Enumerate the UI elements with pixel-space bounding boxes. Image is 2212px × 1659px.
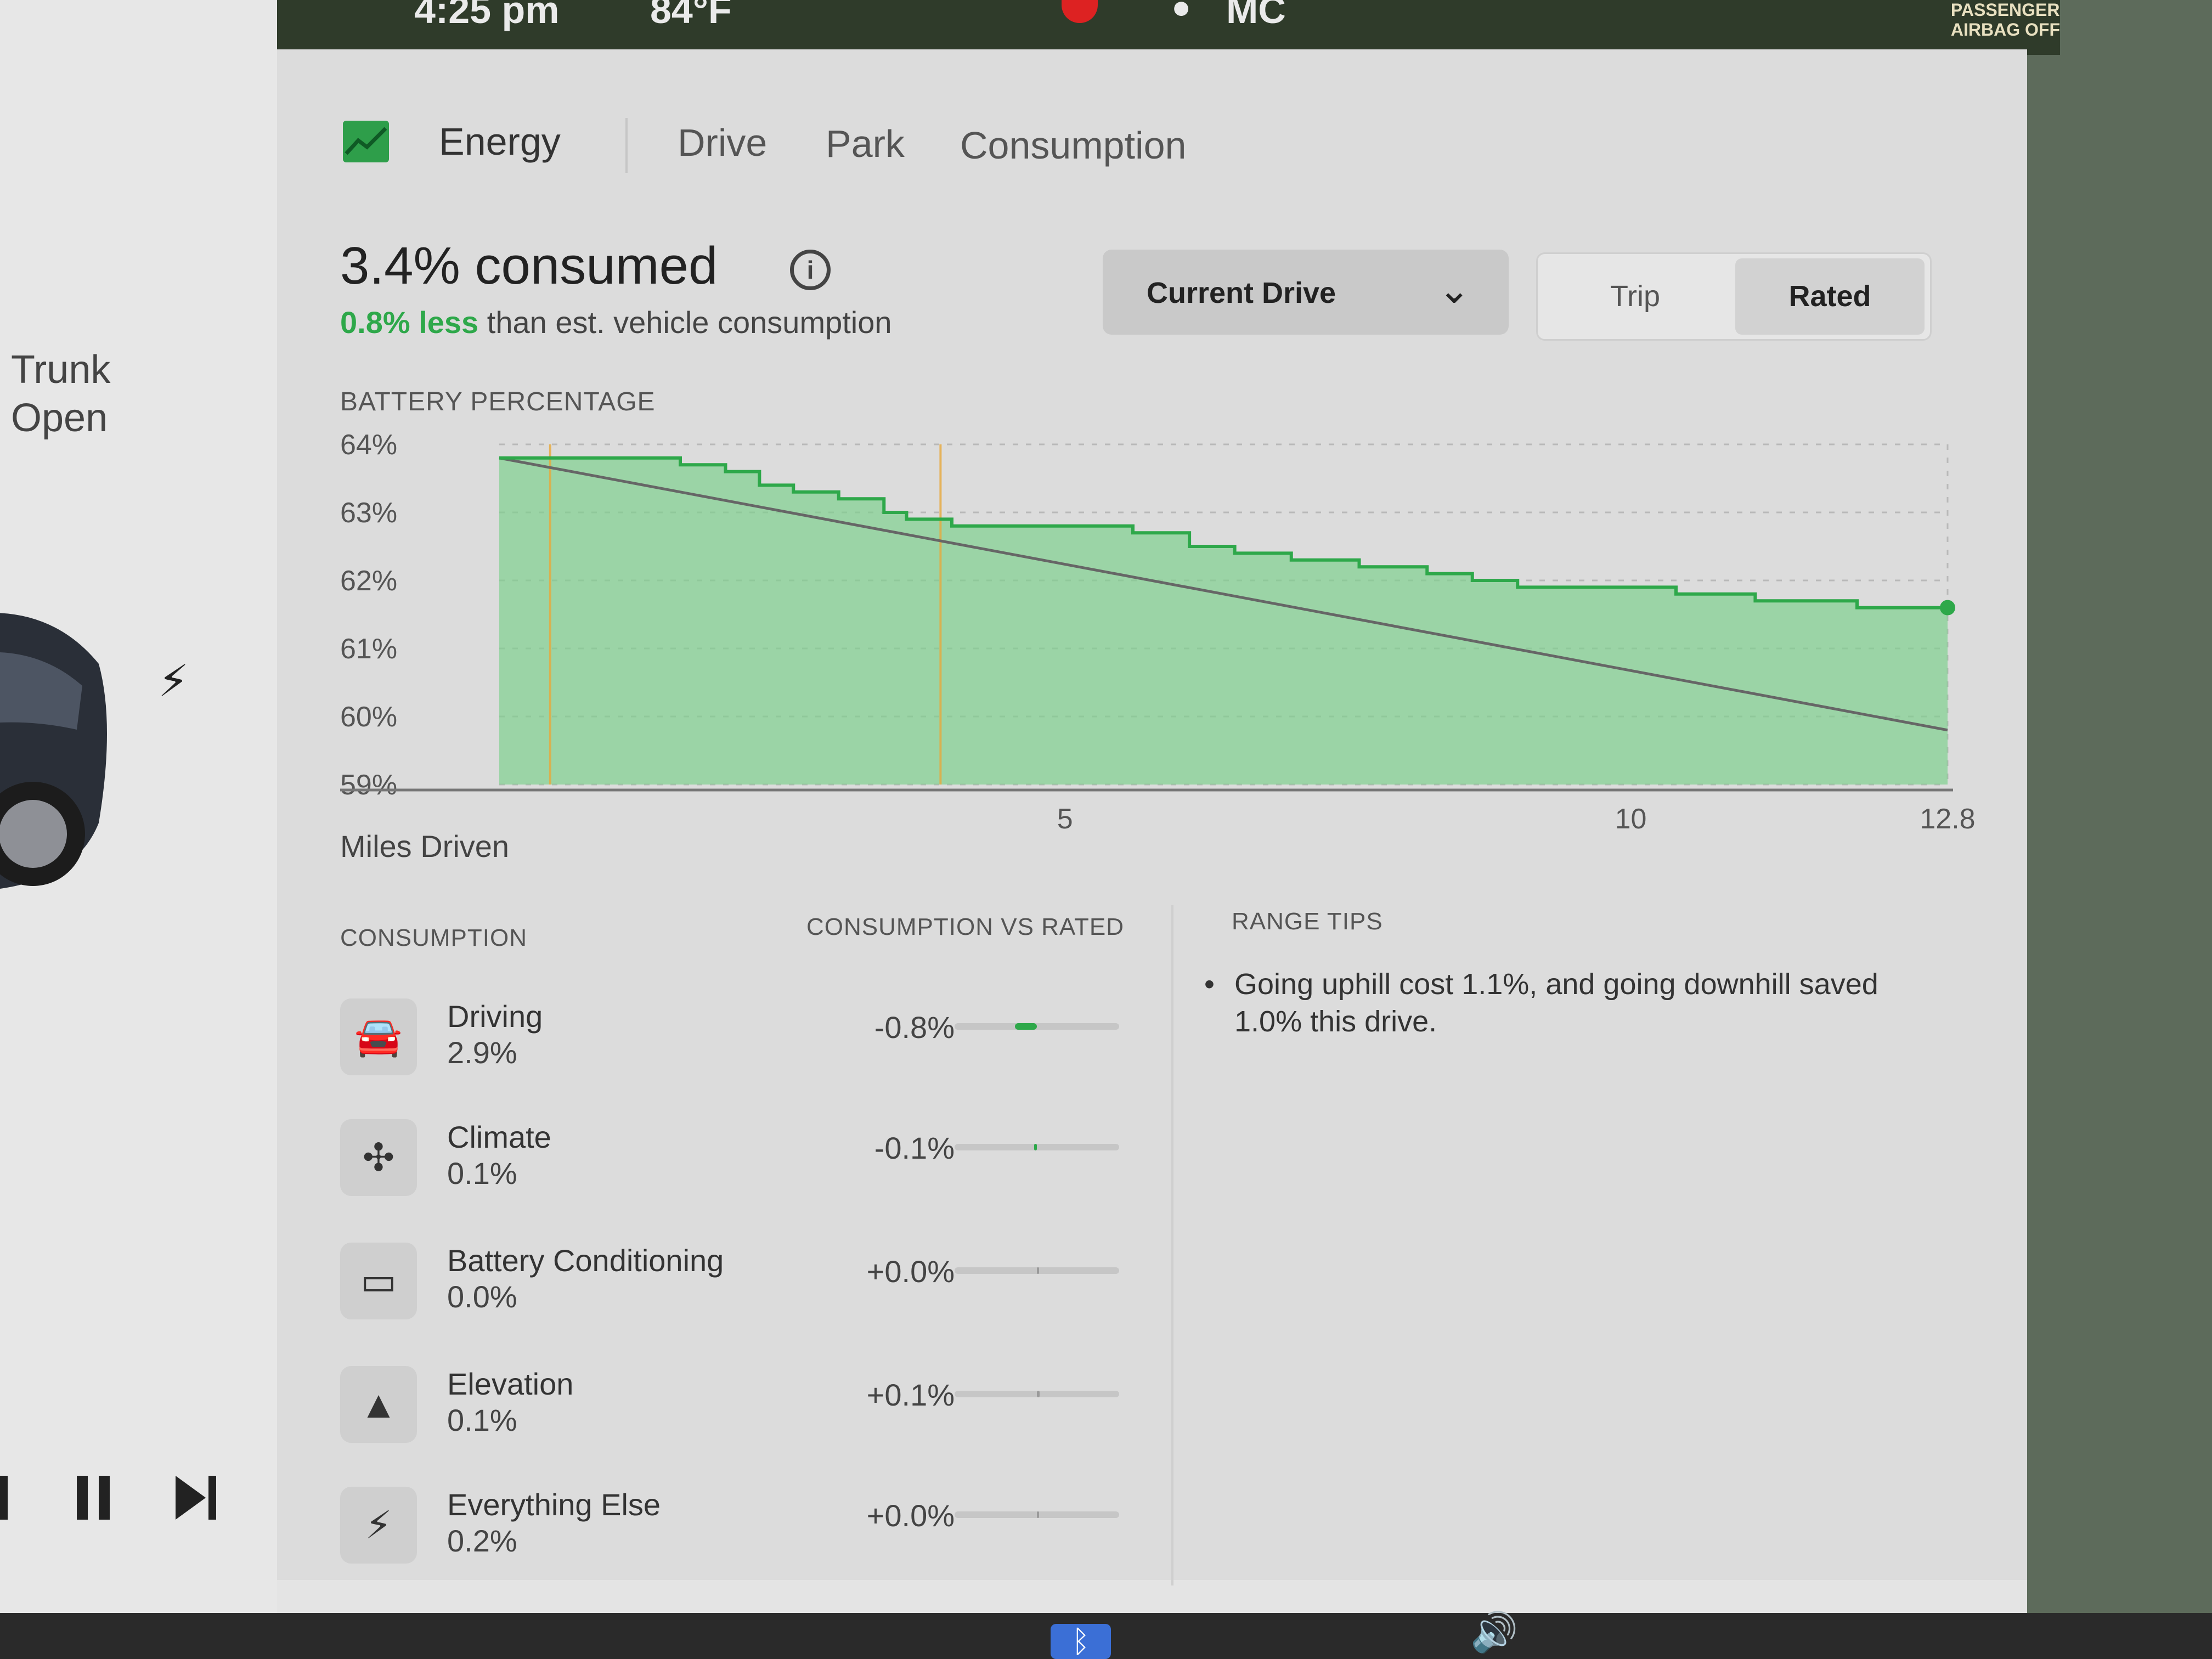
row-value: 0.0% <box>447 1279 517 1314</box>
consumption-row-battery-conditioning[interactable]: ▭ Battery Conditioning 0.0% +0.0% <box>340 1243 1136 1341</box>
x-tick-label: 12.8 <box>1920 803 1975 835</box>
temperature: 84°F <box>650 0 732 31</box>
toggle-rated-button[interactable]: Rated <box>1735 258 1925 335</box>
drive-selector-value: Current Drive <box>1147 276 1336 309</box>
next-track-icon[interactable] <box>176 1476 219 1520</box>
x-tick-label: 10 <box>1615 803 1647 835</box>
comparison-bar-fill <box>1034 1144 1037 1150</box>
y-tick-label: 61% <box>340 633 397 665</box>
x-axis-label: Miles Driven <box>340 829 510 864</box>
passenger-airbag-status: PASSENGER AIRBAG OFF <box>1951 0 2060 40</box>
chevron-down-icon: ⌄ <box>1438 268 1470 311</box>
column-divider <box>1171 905 1173 1585</box>
pause-icon[interactable] <box>77 1476 111 1520</box>
mountain-icon: ▲ <box>340 1366 417 1443</box>
comparison-bar-fill <box>1037 1267 1039 1274</box>
comparison-bar-fill <box>1037 1391 1040 1397</box>
row-name: Battery Conditioning <box>447 1243 724 1278</box>
y-tick-label: 63% <box>340 497 397 529</box>
comparison-bar <box>955 1267 1119 1274</box>
previous-track-icon[interactable] <box>0 1476 8 1520</box>
record-icon[interactable] <box>1062 0 1098 23</box>
status-bar: 4:25 pm 84°F ● MC PASSENGER AIRBAG OFF <box>277 0 2060 55</box>
window-background <box>2027 0 2212 1659</box>
fan-icon: ✣ <box>340 1119 417 1196</box>
energy-graph-icon <box>343 121 389 162</box>
consumption-row-driving[interactable]: 🚘 Driving 2.9% -0.8% <box>340 998 1136 1097</box>
profile-icon[interactable]: ● <box>1171 0 1191 26</box>
tab-park[interactable]: Park <box>826 122 905 166</box>
row-value: 0.2% <box>447 1523 517 1558</box>
trunk-state: Open <box>11 396 108 440</box>
row-value: 0.1% <box>447 1403 517 1437</box>
row-value: 0.1% <box>447 1156 517 1190</box>
trunk-status[interactable]: Trunk Open <box>11 346 110 442</box>
row-delta: +0.0% <box>866 1254 955 1289</box>
consumption-heading: CONSUMPTION <box>340 924 527 951</box>
comparison-amount: 0.8% less <box>340 305 479 340</box>
trunk-label: Trunk <box>11 348 111 392</box>
car-image <box>0 613 107 889</box>
row-name: Climate <box>447 1120 551 1154</box>
airbag-label-1: PASSENGER <box>1950 0 2060 20</box>
comparison-text: than est. vehicle consumption <box>478 305 892 340</box>
row-name: Driving <box>447 999 543 1034</box>
comparison-bar <box>955 1023 1119 1030</box>
battery-chart: 64% 63% 62% 61% 60% 59% 5 10 12.8 <box>340 429 1976 835</box>
row-name: Elevation <box>447 1367 574 1401</box>
drive-selector-dropdown[interactable]: Current Drive ⌄ <box>1103 250 1509 335</box>
consumed-headline: 3.4% consumed <box>340 236 718 295</box>
tab-divider <box>625 118 628 173</box>
comparison-bar-fill <box>1037 1511 1039 1518</box>
bolt-icon: ⚡ <box>340 1487 417 1564</box>
x-tick-label: 5 <box>1057 803 1073 835</box>
volume-icon[interactable]: 🔊 <box>1470 1610 1518 1655</box>
chart-title: BATTERY PERCENTAGE <box>340 387 656 416</box>
comparison-bar <box>955 1511 1119 1518</box>
y-tick-label: 59% <box>340 769 397 801</box>
y-tick-label: 60% <box>340 701 397 733</box>
consumption-row-climate[interactable]: ✣ Climate 0.1% -0.1% <box>340 1119 1136 1218</box>
consumption-comparison: 0.8% less than est. vehicle consumption <box>340 304 892 340</box>
profile-name[interactable]: MC <box>1226 0 1286 32</box>
consumption-area <box>499 458 1948 785</box>
car-icon: 🚘 <box>340 998 417 1075</box>
range-tip: Going uphill cost 1.1%, and going downhi… <box>1204 966 1948 1040</box>
tab-drive[interactable]: Drive <box>678 121 767 165</box>
y-tick-label: 62% <box>340 565 397 597</box>
battery-icon: ▭ <box>340 1243 417 1319</box>
comparison-bar-fill <box>1015 1023 1037 1030</box>
consumption-vs-rated-heading: CONSUMPTION VS RATED <box>806 913 1125 940</box>
row-delta: -0.8% <box>874 1010 955 1045</box>
charging-bolt-icon: ⚡ <box>158 657 189 706</box>
range-tips-heading: RANGE TIPS <box>1232 908 1383 935</box>
row-delta: +0.0% <box>866 1498 955 1533</box>
comparison-bar <box>955 1144 1119 1150</box>
airbag-label-2: AIRBAG OFF <box>1950 20 2060 40</box>
current-point <box>1940 600 1955 616</box>
info-icon[interactable]: i <box>790 250 831 290</box>
row-name: Everything Else <box>447 1487 661 1522</box>
consumption-row-elevation[interactable]: ▲ Elevation 0.1% +0.1% <box>340 1366 1136 1465</box>
tab-consumption[interactable]: Consumption <box>960 123 1186 167</box>
comparison-bar <box>955 1391 1119 1397</box>
bluetooth-icon[interactable]: ᛒ <box>1051 1624 1111 1659</box>
row-value: 2.9% <box>447 1035 517 1070</box>
y-tick-label: 64% <box>340 429 397 461</box>
row-delta: +0.1% <box>866 1378 955 1412</box>
clock: 4:25 pm <box>414 0 560 31</box>
row-delta: -0.1% <box>874 1131 955 1165</box>
tab-energy[interactable]: Energy <box>439 120 561 163</box>
toggle-trip-button[interactable]: Trip <box>1538 254 1733 339</box>
consumption-row-everything-else[interactable]: ⚡ Everything Else 0.2% +0.0% <box>340 1487 1136 1585</box>
trip-rated-toggle: Trip Rated <box>1536 252 1932 341</box>
